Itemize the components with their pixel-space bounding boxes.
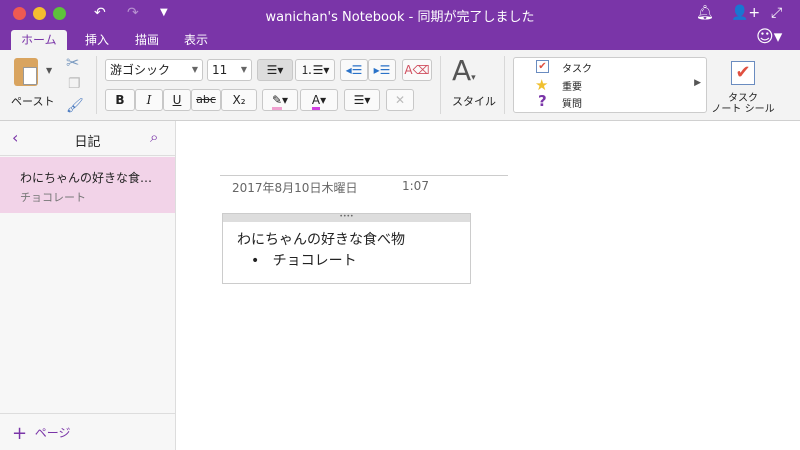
font-value: 游ゴシック (110, 63, 171, 77)
strikethrough-button[interactable]: abc (191, 89, 221, 111)
page-item-title: わにちゃんの好きな食… (20, 171, 153, 185)
highlighter-icon: ✎ (271, 93, 283, 110)
italic-button[interactable]: I (135, 89, 163, 111)
tab-view[interactable]: 表示 (174, 30, 218, 50)
paste-button[interactable]: ペースト (11, 93, 54, 109)
todo-tag-label2: ノート シール (711, 104, 775, 115)
feedback-smiley-icon[interactable]: ☺▾ (756, 27, 782, 47)
bullet-text: チョコレート (272, 253, 357, 269)
subscript-button[interactable]: X₂ (221, 89, 257, 111)
window-title: wanichan's Notebook - 同期が完了しました (265, 10, 535, 25)
container-drag-handle[interactable]: •••• (223, 214, 470, 222)
tab-draw[interactable]: 描画 (125, 30, 169, 50)
notification-bell-icon[interactable]: 🔔︎ (696, 5, 714, 21)
tab-insert[interactable]: 挿入 (75, 30, 119, 50)
sidebar-header: ‹ 日記 ⌕ (0, 121, 175, 156)
note-container[interactable]: •••• わにちゃんの好きな食べ物 • チョコレート (222, 213, 471, 284)
add-page-label: ページ (34, 426, 71, 440)
font-size-value: 11 (212, 63, 228, 77)
page-canvas[interactable]: 2017年8月10日木曜日 1:07 •••• わにちゃんの好きな食べ物 • チ… (177, 121, 800, 450)
note-title[interactable]: わにちゃんの好きな食べ物 (237, 229, 405, 249)
plus-icon: + (12, 423, 28, 444)
tags-gallery[interactable]: ✔ タスク ★ 重要 ? 質問 ▶ (513, 57, 707, 113)
highlight-button[interactable]: ✎▾ (262, 89, 298, 111)
font-color-icon: A (311, 93, 321, 110)
page-date: 2017年8月10日木曜日 (232, 181, 358, 195)
todo-tag-button[interactable]: タスク ノート シール (710, 93, 776, 115)
format-painter-icon[interactable]: 🖌︎ (66, 98, 84, 114)
add-page-button[interactable]: + ページ (12, 423, 71, 444)
todo-tag-label: タスク (728, 93, 758, 104)
font-size-select[interactable]: 11 ▼ (207, 59, 252, 81)
search-icon[interactable]: ⌕ (150, 128, 158, 146)
checkbox-icon: ✔ (536, 60, 549, 73)
font-color-button[interactable]: A▾ (300, 89, 338, 111)
decrease-indent-button[interactable]: ◂☰ (340, 59, 368, 81)
clear-formatting-button[interactable]: A⌫ (402, 59, 432, 81)
delete-button[interactable]: ✕ (386, 89, 414, 111)
font-select[interactable]: 游ゴシック ▼ (105, 59, 203, 81)
tag-question[interactable]: 質問 (562, 95, 582, 110)
cut-icon[interactable]: ✂ (66, 53, 79, 72)
section-title: 日記 (74, 135, 101, 150)
page-list-sidebar: ‹ 日記 ⌕ わにちゃんの好きな食… チョコレート + ページ (0, 121, 176, 450)
tab-home[interactable]: ホーム (11, 30, 67, 50)
bullets-button[interactable]: ☰▾ (257, 59, 293, 81)
page-time: 1:07 (402, 179, 429, 193)
expand-gallery-icon[interactable]: ▶ (694, 78, 701, 88)
share-user-icon[interactable]: 👤+ (731, 5, 760, 21)
increase-indent-button[interactable]: ▸☰ (368, 59, 396, 81)
paste-icon[interactable] (14, 58, 38, 86)
title-bar: ↶ ↷ ▼ wanichan's Notebook - 同期が完了しました 🔔︎… (0, 0, 800, 50)
bullet-item[interactable]: • チョコレート (251, 250, 357, 270)
styles-button[interactable]: スタイル (452, 93, 496, 109)
title-line (220, 175, 508, 176)
ribbon: ▼ ペースト ✂ ❐ 🖌︎ 游ゴシック ▼ 11 ▼ ☰▾ ⒈☰▾ ◂☰ ▸☰ A⌫… (0, 50, 800, 121)
question-icon: ? (538, 92, 547, 110)
page-list-item[interactable]: わにちゃんの好きな食… チョコレート (0, 157, 175, 213)
style-icon[interactable]: A▾ (452, 54, 476, 87)
align-button[interactable]: ☰▾ (344, 89, 380, 111)
tag-task[interactable]: タスク (562, 60, 592, 75)
copy-icon[interactable]: ❐ (68, 76, 81, 92)
numbering-button[interactable]: ⒈☰▾ (295, 59, 335, 81)
todo-tag-icon[interactable]: ✔ (731, 61, 755, 85)
fullscreen-icon[interactable]: ⤢ (771, 5, 782, 21)
tag-important[interactable]: 重要 (562, 78, 582, 93)
underline-button[interactable]: U (163, 89, 191, 111)
page-item-preview: チョコレート (20, 191, 86, 204)
bold-button[interactable]: B (105, 89, 135, 111)
